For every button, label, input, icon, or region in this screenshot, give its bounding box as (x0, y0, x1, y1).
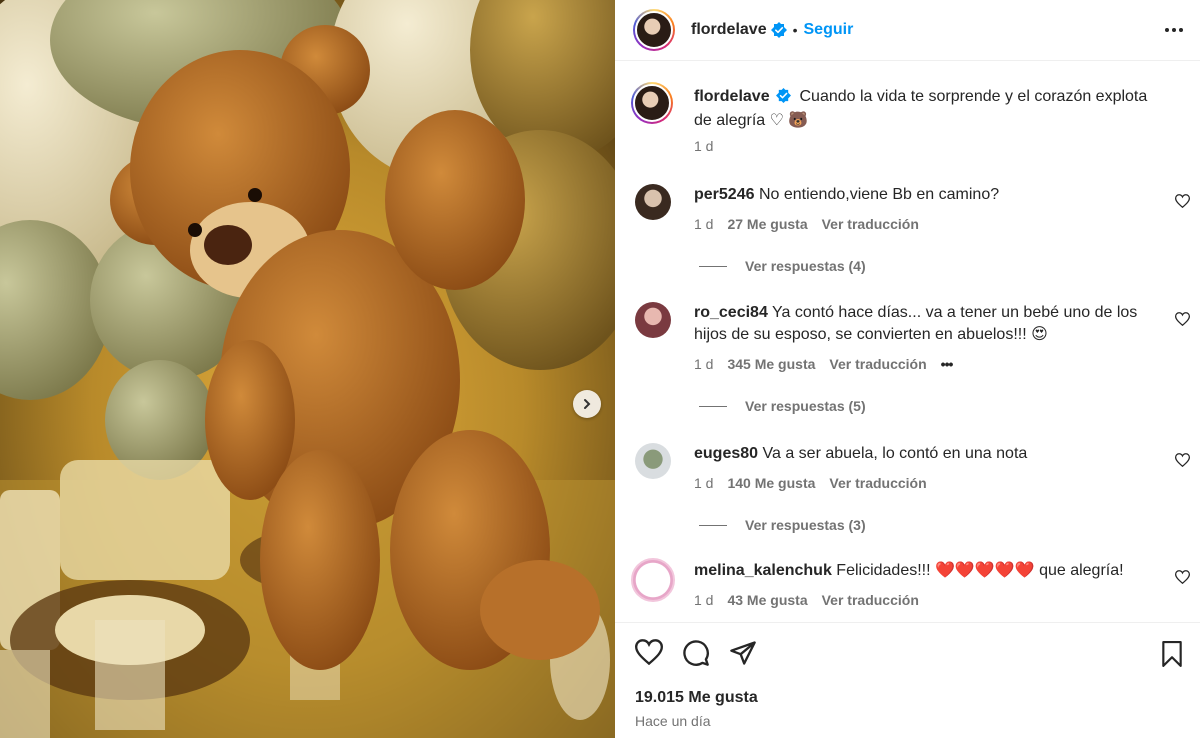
comment-time: 1 d (694, 475, 714, 491)
heart-icon[interactable] (634, 639, 664, 670)
commenter-avatar[interactable] (631, 558, 675, 602)
view-replies-button[interactable]: Ver respuestas (5) (699, 398, 866, 414)
post-photo[interactable] (0, 0, 615, 738)
heart-icon[interactable] (1174, 194, 1191, 213)
post-time: Hace un día (635, 713, 711, 729)
commenter-avatar[interactable] (635, 443, 671, 479)
view-replies-label: Ver respuestas (3) (745, 517, 866, 533)
translate-link[interactable]: Ver traducción (829, 356, 926, 372)
comment-text: euges80 Va a ser abuela, lo contó en una… (694, 443, 1154, 465)
commenter-avatar[interactable] (635, 184, 671, 220)
view-replies-button[interactable]: Ver respuestas (3) (699, 517, 866, 533)
post-header: flordelave • Seguir (615, 0, 1200, 61)
share-icon[interactable] (729, 639, 757, 672)
comment-time: 1 d (694, 216, 714, 232)
teddy-bear-image (0, 0, 615, 738)
comment-body: No entiendo,viene Bb en camino? (758, 186, 1000, 203)
comment-username[interactable]: melina_kalenchuk (694, 562, 832, 579)
caption-text: flordelave Cuando la vida te sorprende y… (694, 86, 1154, 132)
post-side-panel: flordelave • Seguir flordelave Cuando la… (615, 0, 1200, 738)
comment-meta: 1 d 43 Me gusta Ver traducción (694, 592, 919, 608)
comment-likes[interactable]: 27 Me gusta (727, 216, 807, 232)
comment-icon[interactable] (682, 639, 710, 672)
post-actions: 19.015 Me gusta Hace un día (615, 622, 1200, 738)
likes-count[interactable]: 19.015 Me gusta (635, 689, 758, 707)
heart-icon[interactable] (1174, 453, 1191, 472)
view-replies-label: Ver respuestas (4) (745, 258, 866, 274)
translate-link[interactable]: Ver traducción (829, 475, 926, 491)
chevron-right-icon (584, 399, 591, 409)
comment-username[interactable]: per5246 (694, 186, 755, 203)
author-username[interactable]: flordelave (691, 21, 767, 39)
view-replies-button[interactable]: Ver respuestas (4) (699, 258, 866, 274)
comment-text: per5246 No entiendo,viene Bb en camino? (694, 184, 1154, 206)
comment-body: Va a ser abuela, lo contó en una nota (762, 445, 1028, 462)
caption-avatar[interactable] (631, 82, 673, 124)
header-separator: • (792, 22, 798, 38)
comment-time: 1 d (694, 356, 714, 372)
heart-icon[interactable] (1174, 570, 1191, 589)
comment-meta: 1 d 345 Me gusta Ver traducción ••• (694, 356, 954, 372)
comment-username[interactable]: euges80 (694, 445, 758, 462)
comment-more-icon[interactable]: ••• (941, 356, 954, 372)
verified-badge-icon (776, 88, 792, 110)
comment-username[interactable]: ro_ceci84 (694, 304, 768, 321)
author-avatar[interactable] (633, 9, 675, 51)
view-replies-label: Ver respuestas (5) (745, 398, 866, 414)
comment-meta: 1 d 27 Me gusta Ver traducción (694, 216, 919, 232)
comment-meta: 1 d 140 Me gusta Ver traducción (694, 475, 927, 491)
bookmark-icon[interactable] (1160, 641, 1184, 672)
commenter-avatar[interactable] (635, 302, 671, 338)
verified-badge-icon (770, 22, 787, 38)
comment-likes[interactable]: 345 Me gusta (727, 356, 815, 372)
caption-time: 1 d (694, 138, 714, 154)
follow-button[interactable]: Seguir (804, 21, 854, 39)
translate-link[interactable]: Ver traducción (822, 216, 919, 232)
comments-list[interactable]: flordelave Cuando la vida te sorprende y… (615, 62, 1200, 622)
comment-likes[interactable]: 43 Me gusta (727, 592, 807, 608)
caption-username[interactable]: flordelave (694, 88, 770, 105)
comment-text: melina_kalenchuk Felicidades!!! ❤️❤️❤️❤️… (694, 560, 1154, 582)
more-options-icon[interactable] (1164, 22, 1184, 43)
comment-body: Felicidades!!! ❤️❤️❤️❤️❤️ que alegría! (836, 562, 1124, 579)
comment-time: 1 d (694, 592, 714, 608)
translate-link[interactable]: Ver traducción (822, 592, 919, 608)
next-image-button[interactable] (573, 390, 601, 418)
caption-meta: 1 d (694, 138, 713, 154)
heart-icon[interactable] (1174, 312, 1191, 331)
comment-likes[interactable]: 140 Me gusta (727, 475, 815, 491)
comment-text: ro_ceci84 Ya contó hace días... va a ten… (694, 302, 1154, 346)
